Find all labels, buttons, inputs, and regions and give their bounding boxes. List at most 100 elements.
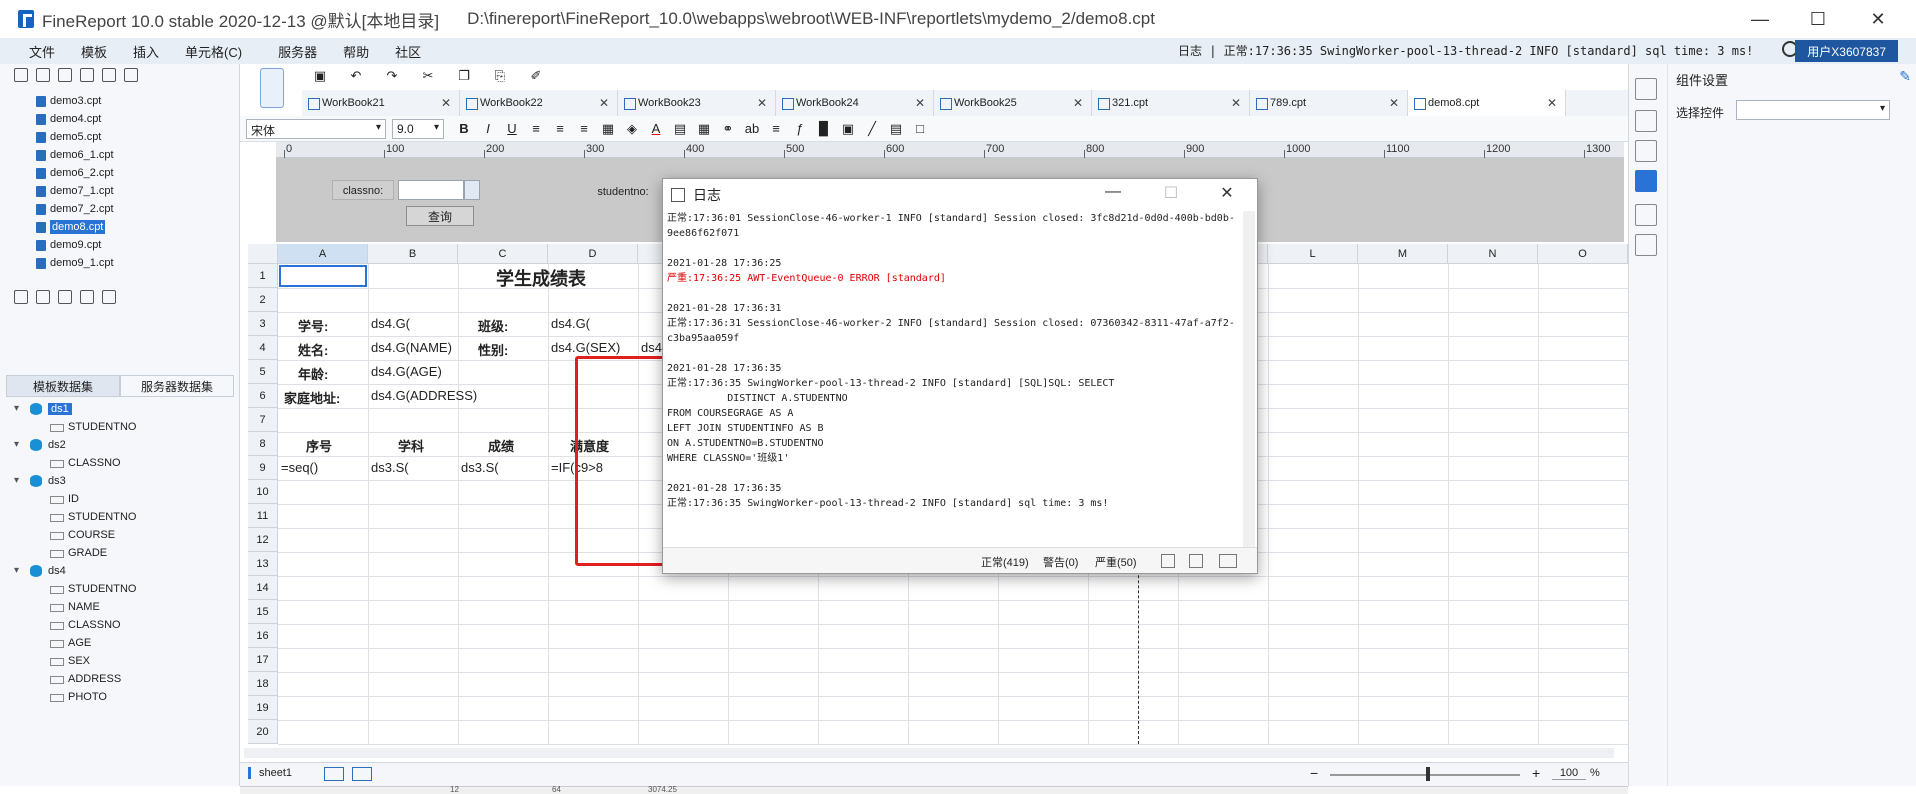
report-cell[interactable]: =seq()	[281, 460, 367, 478]
menu-help[interactable]: 帮助	[330, 42, 382, 61]
report-cell[interactable]: =IF(c9>8	[551, 460, 637, 478]
template-item[interactable]: demo6_1.cpt	[0, 146, 234, 164]
row-header[interactable]: 8	[248, 432, 278, 456]
template-item[interactable]: demo4.cpt	[0, 110, 234, 128]
classno-dropdown-icon[interactable]	[464, 180, 480, 200]
font-size-select[interactable]: 9.0	[392, 118, 444, 139]
template-item[interactable]: demo9.cpt	[0, 236, 234, 254]
dataset-field[interactable]: SEX	[0, 652, 234, 670]
row-header[interactable]: 16	[248, 624, 278, 648]
template-item[interactable]: demo9_1.cpt	[0, 254, 234, 272]
log-save-icon[interactable]	[1189, 554, 1203, 568]
report-cell[interactable]: 满意度	[570, 436, 650, 454]
dataset-node[interactable]: ds4	[0, 562, 234, 580]
dataset-node[interactable]: ds1	[0, 400, 234, 418]
report-cell[interactable]: 班级:	[478, 316, 558, 334]
edit-dataset-icon[interactable]	[36, 290, 50, 304]
refresh-icon[interactable]	[36, 68, 50, 82]
column-header[interactable]: O	[1538, 244, 1628, 264]
delete-dataset-icon[interactable]	[58, 290, 72, 304]
report-cell[interactable]: ds4.G(NAME)	[371, 340, 459, 358]
add-sheet-icon[interactable]	[324, 767, 344, 781]
dataset-field[interactable]: ADDRESS	[0, 670, 234, 688]
log-clear-icon[interactable]	[1161, 554, 1175, 568]
warning-count[interactable]: 警告(0)	[1043, 554, 1078, 570]
tab-workbook25[interactable]: WorkBook25 ✕	[934, 90, 1092, 116]
merge-cells-icon[interactable]: ▤	[670, 121, 690, 137]
cell-element-icon[interactable]: □	[910, 121, 930, 136]
zoom-slider[interactable]	[1330, 774, 1520, 776]
open-icon[interactable]	[58, 68, 72, 82]
corner-header[interactable]	[248, 244, 278, 264]
dataset-field[interactable]: STUDENTNO	[0, 580, 234, 598]
severe-count[interactable]: 严重(50)	[1095, 554, 1137, 570]
dataset-settings-icon[interactable]	[102, 290, 116, 304]
dataset-field[interactable]: ID	[0, 490, 234, 508]
tab-workbook21[interactable]: WorkBook21 ✕	[302, 90, 460, 116]
tab-workbook23[interactable]: WorkBook23 ✕	[618, 90, 776, 116]
user-account-button[interactable]: 用户X3607837	[1795, 40, 1898, 62]
bold-icon[interactable]: B	[454, 121, 474, 136]
tab-demo8[interactable]: demo8.cpt ✕	[1408, 90, 1566, 116]
column-header[interactable]: A	[278, 244, 368, 264]
fill-color-icon[interactable]: ◈	[622, 121, 642, 137]
slash-icon[interactable]: ╱	[862, 121, 882, 137]
log-settings-icon[interactable]	[1219, 554, 1237, 568]
log-minimize-button[interactable]: —	[1093, 183, 1133, 207]
column-header[interactable]: B	[368, 244, 458, 264]
row-header[interactable]: 1	[248, 264, 278, 288]
dataset-field[interactable]: STUDENTNO	[0, 418, 234, 436]
report-cell[interactable]: ds3.S(	[371, 460, 457, 478]
row-header[interactable]: 12	[248, 528, 278, 552]
font-color-icon[interactable]: A	[646, 121, 666, 136]
report-cell[interactable]: 家庭地址:	[284, 388, 370, 406]
report-cell[interactable]: 性别:	[478, 340, 558, 358]
dataset-field[interactable]: PHOTO	[0, 688, 234, 706]
template-item[interactable]: demo3.cpt	[0, 92, 234, 110]
paste-icon[interactable]: ⎘	[490, 68, 510, 88]
column-header[interactable]: M	[1358, 244, 1448, 264]
classno-input[interactable]	[398, 180, 464, 200]
zoom-in-icon[interactable]: +	[1532, 765, 1540, 781]
report-cell[interactable]: 序号	[306, 436, 386, 454]
column-header[interactable]: N	[1448, 244, 1538, 264]
dataset-field[interactable]: STUDENTNO	[0, 508, 234, 526]
format-painter-icon[interactable]: ✐	[526, 68, 546, 88]
maximize-button[interactable]: ☐	[1790, 0, 1846, 38]
locate-icon[interactable]	[80, 68, 94, 82]
delete-icon[interactable]	[102, 68, 116, 82]
report-cell[interactable]: ds3.S(	[461, 460, 547, 478]
add-dataset-icon[interactable]	[14, 290, 28, 304]
copy-icon[interactable]: ❐	[454, 68, 474, 88]
report-cell[interactable]: ds4.G(AGE)	[371, 364, 457, 382]
report-cell[interactable]: ds4.G(	[371, 316, 457, 334]
log-close-button[interactable]: ✕	[1207, 183, 1247, 207]
sheet-tab[interactable]: sheet1	[248, 767, 292, 779]
cell-style-icon[interactable]	[1635, 110, 1657, 132]
tab-template-datasets[interactable]: 模板数据集	[6, 375, 120, 397]
row-header[interactable]: 15	[248, 600, 278, 624]
chart-icon[interactable]: ▉	[814, 121, 834, 137]
log-status-text[interactable]: 日志 | 正常:17:36:35 SwingWorker-pool-13-thr…	[1178, 42, 1753, 59]
row-header[interactable]: 3	[248, 312, 278, 336]
select-widget-dropdown[interactable]	[1736, 100, 1890, 120]
align-center-icon[interactable]: ≡	[550, 121, 570, 136]
menu-file[interactable]: 文件	[16, 42, 68, 61]
row-header[interactable]: 6	[248, 384, 278, 408]
text-icon[interactable]: ab	[742, 121, 762, 136]
row-header[interactable]: 4	[248, 336, 278, 360]
row-header[interactable]: 13	[248, 552, 278, 576]
report-cell[interactable]: 学生成绩表	[496, 265, 666, 287]
hyperlink-icon[interactable]	[1635, 234, 1657, 256]
column-header[interactable]: D	[548, 244, 638, 264]
menu-insert[interactable]: 插入	[120, 42, 172, 61]
zoom-slider-handle[interactable]	[1426, 767, 1430, 781]
tab-321[interactable]: 321.cpt ✕	[1092, 90, 1250, 116]
menu-cell[interactable]: 单元格(C)	[172, 42, 255, 61]
row-header[interactable]: 14	[248, 576, 278, 600]
log-scrollbar[interactable]	[1243, 211, 1255, 547]
menu-template[interactable]: 模板	[68, 42, 120, 61]
template-item[interactable]: demo5.cpt	[0, 128, 234, 146]
dataset-field[interactable]: CLASSNO	[0, 616, 234, 634]
column-header[interactable]: C	[458, 244, 548, 264]
